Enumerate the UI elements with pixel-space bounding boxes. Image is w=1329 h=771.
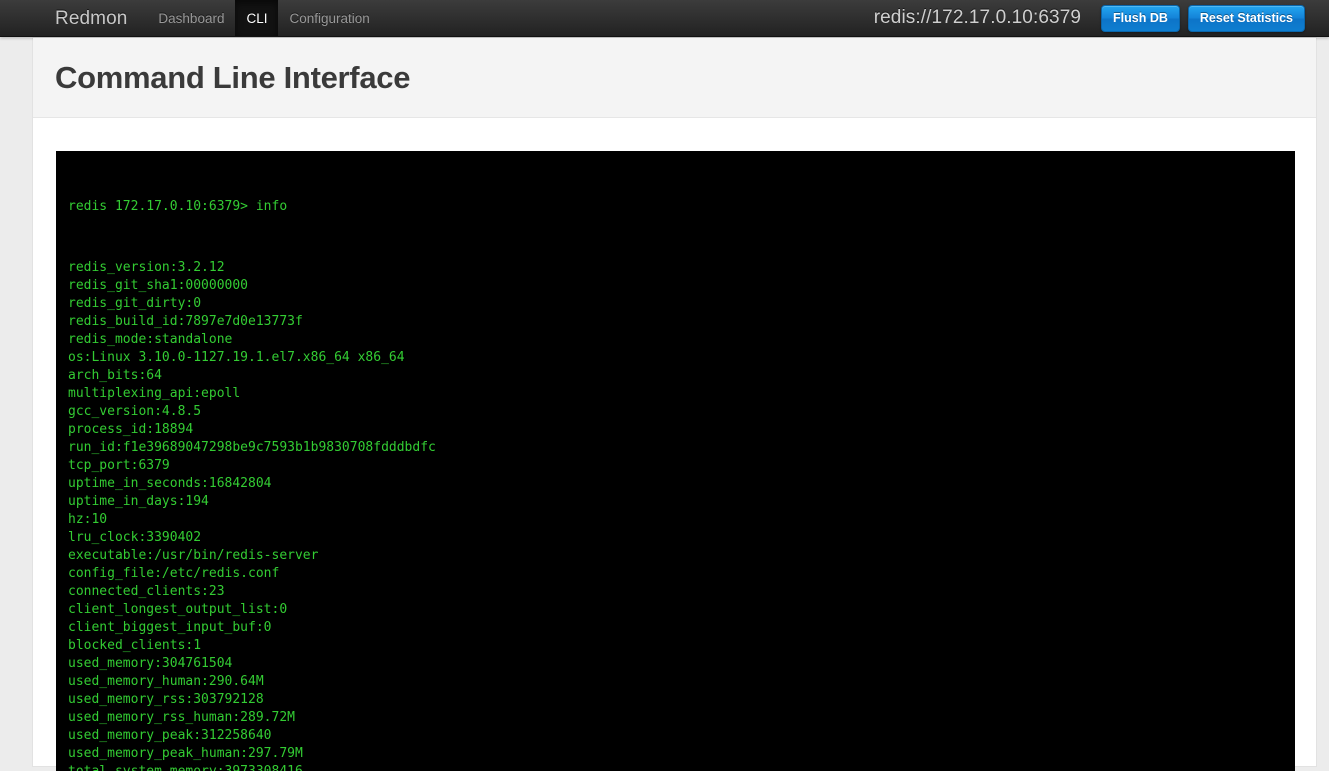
navbar-left-group: Redmon Dashboard CLI Configuration [0,0,381,36]
terminal-line: uptime_in_seconds:16842804 [68,475,1281,493]
terminal-line: redis_build_id:7897e7d0e13773f [68,313,1281,331]
terminal-line: redis_git_dirty:0 [68,295,1281,313]
terminal-line: hz:10 [68,511,1281,529]
terminal-line: tcp_port:6379 [68,457,1281,475]
terminal-line: client_longest_output_list:0 [68,601,1281,619]
page-title: Command Line Interface [55,62,1316,95]
reset-statistics-button[interactable]: Reset Statistics [1188,5,1305,32]
nav-item-cli[interactable]: CLI [235,0,278,36]
primary-nav: Dashboard CLI Configuration [147,0,380,36]
terminal-line: used_memory:304761504 [68,655,1281,673]
connection-url: redis://172.17.0.10:6379 [874,7,1081,29]
terminal-line: redis_version:3.2.12 [68,259,1281,277]
brand-logo[interactable]: Redmon [33,0,147,36]
page-container: Command Line Interface redis 172.17.0.10… [33,38,1316,766]
terminal-lines: redis_version:3.2.12redis_git_sha1:00000… [68,259,1281,771]
navbar-right-group: redis://172.17.0.10:6379 Flush DB Reset … [874,0,1329,36]
terminal-line: client_biggest_input_buf:0 [68,619,1281,637]
terminal-line: os:Linux 3.10.0-1127.19.1.el7.x86_64 x86… [68,349,1281,367]
terminal-line: used_memory_human:290.64M [68,673,1281,691]
terminal-prompt-line: redis 172.17.0.10:6379> info [68,198,1281,216]
nav-item-configuration[interactable]: Configuration [278,0,380,36]
terminal-line: lru_clock:3390402 [68,529,1281,547]
terminal-output[interactable]: redis 172.17.0.10:6379> info redis_versi… [56,151,1295,771]
terminal-line: connected_clients:23 [68,583,1281,601]
terminal-line: redis_mode:standalone [68,331,1281,349]
terminal-line: used_memory_peak_human:297.79M [68,745,1281,763]
terminal-line: executable:/usr/bin/redis-server [68,547,1281,565]
terminal-line: process_id:18894 [68,421,1281,439]
terminal-line: uptime_in_days:194 [68,493,1281,511]
cli-body: redis 172.17.0.10:6379> info redis_versi… [33,118,1316,771]
terminal-line: total_system_memory:3973308416 [68,763,1281,771]
terminal-line: used_memory_peak:312258640 [68,727,1281,745]
nav-item-dashboard[interactable]: Dashboard [147,0,235,36]
terminal-line: used_memory_rss_human:289.72M [68,709,1281,727]
terminal-line: config_file:/etc/redis.conf [68,565,1281,583]
terminal-line: blocked_clients:1 [68,637,1281,655]
terminal-line: run_id:f1e39689047298be9c7593b1b9830708f… [68,439,1281,457]
top-navbar: Redmon Dashboard CLI Configuration redis… [0,0,1329,37]
terminal-line: used_memory_rss:303792128 [68,691,1281,709]
flush-db-button[interactable]: Flush DB [1101,5,1180,32]
terminal-line: arch_bits:64 [68,367,1281,385]
page-header: Command Line Interface [33,38,1316,118]
terminal-line: redis_git_sha1:00000000 [68,277,1281,295]
terminal-line: gcc_version:4.8.5 [68,403,1281,421]
terminal-line: multiplexing_api:epoll [68,385,1281,403]
